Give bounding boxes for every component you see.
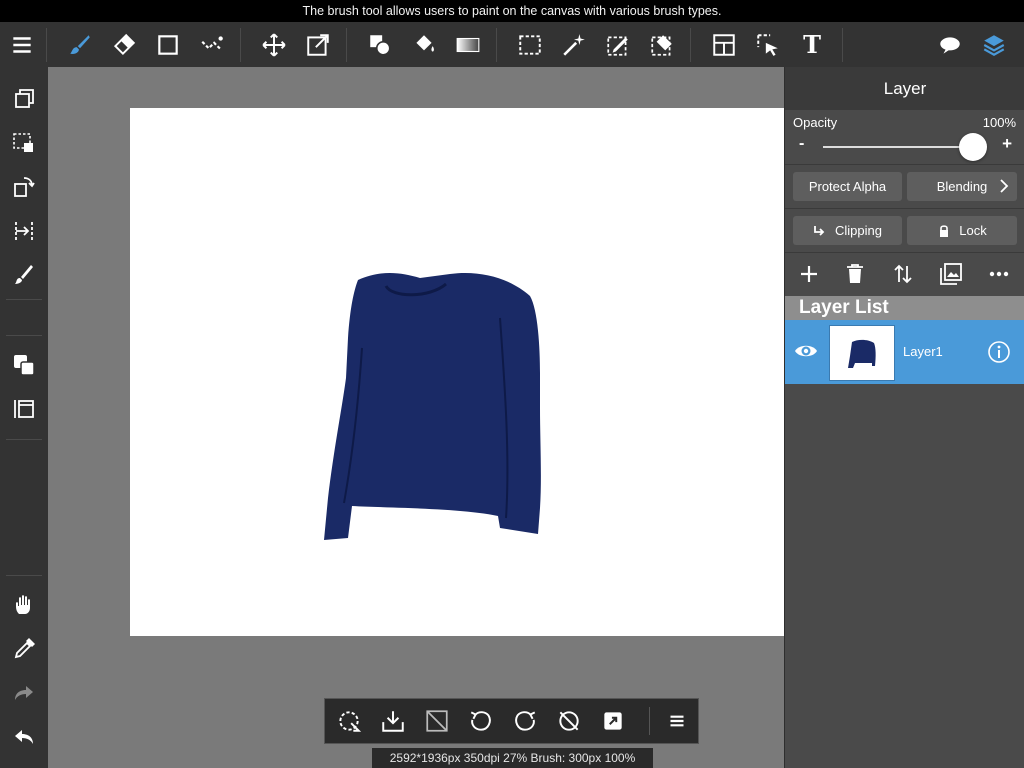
eraser-icon[interactable]: [104, 22, 144, 67]
speech-balloon-icon[interactable]: [930, 22, 970, 67]
panel-divider: [785, 208, 1024, 209]
gradient-icon[interactable]: [448, 22, 488, 67]
toolbar-divider: [496, 28, 497, 62]
clipping-icon: [814, 225, 825, 236]
opacity-value: 100%: [982, 115, 1016, 130]
opacity-minus-button[interactable]: -: [799, 135, 804, 153]
toolbar-divider: [46, 28, 47, 62]
move-icon[interactable]: [254, 22, 294, 67]
fill-shape-icon[interactable]: [360, 22, 400, 67]
sidebar-divider: [6, 299, 42, 300]
hand-icon[interactable]: [0, 585, 48, 625]
layer-thumbnail: [829, 325, 895, 381]
status-bar: 2592*1936px 350dpi 27% Brush: 300px 100%: [372, 748, 653, 768]
opacity-slider-knob[interactable]: [959, 133, 987, 161]
brush-small-icon[interactable]: [0, 255, 48, 295]
sweater-thumbnail: [848, 339, 876, 368]
save-icon[interactable]: [371, 699, 415, 743]
flip-icon[interactable]: [0, 211, 48, 251]
info-icon[interactable]: [987, 340, 1011, 364]
lock-label: Lock: [959, 223, 987, 238]
menu-icon[interactable]: [2, 22, 42, 67]
add-layer-icon[interactable]: [789, 256, 829, 292]
operation-icon[interactable]: [748, 22, 788, 67]
redo-icon[interactable]: [0, 673, 48, 713]
image-layer-icon[interactable]: [931, 256, 971, 292]
lock-button[interactable]: Lock: [907, 216, 1017, 245]
sweater-drawing: [324, 272, 541, 540]
opacity-slider-track[interactable]: [823, 146, 973, 148]
sidebar-divider: [6, 439, 42, 440]
toolbar-divider: [346, 28, 347, 62]
eyedropper-icon[interactable]: [0, 629, 48, 669]
transform-icon[interactable]: [298, 22, 338, 67]
clipping-button[interactable]: Clipping: [793, 216, 902, 245]
top-toolbar: T: [0, 22, 1024, 67]
rotate-icon[interactable]: [0, 167, 48, 207]
clear-icon[interactable]: [415, 699, 459, 743]
color-swatch-icon[interactable]: [0, 345, 48, 385]
frame-divider-icon[interactable]: [704, 22, 744, 67]
bucket-icon[interactable]: [404, 22, 444, 67]
bottom-toolbar: [324, 698, 699, 744]
chevron-right-icon: [1000, 179, 1009, 193]
layer-panel: Layer Opacity 100% - + Protect Alpha Ble…: [784, 67, 1024, 768]
smudge-icon[interactable]: [192, 22, 232, 67]
brush-icon[interactable]: [60, 22, 100, 67]
duplicate-icon[interactable]: [0, 79, 48, 119]
blending-button[interactable]: Blending: [907, 172, 1017, 201]
panel-divider: [785, 252, 1024, 253]
selection-eraser-icon[interactable]: [642, 22, 682, 67]
clipping-label: Clipping: [835, 223, 882, 238]
redo-rotate-icon[interactable]: [503, 699, 547, 743]
lock-icon: [940, 224, 949, 237]
layer-list-title: Layer List: [785, 296, 1024, 320]
layers-icon[interactable]: [974, 22, 1014, 67]
no-rotate-icon[interactable]: [547, 699, 591, 743]
protect-alpha-button[interactable]: Protect Alpha: [793, 172, 902, 201]
drawing-canvas[interactable]: [130, 108, 784, 636]
more-icon[interactable]: [979, 256, 1019, 292]
magic-wand-icon[interactable]: [554, 22, 594, 67]
tooltip: The brush tool allows users to paint on …: [0, 0, 1024, 22]
undo-icon[interactable]: [0, 717, 48, 757]
left-sidebar: [0, 67, 48, 768]
delete-layer-icon[interactable]: [835, 256, 875, 292]
protect-alpha-label: Protect Alpha: [808, 179, 887, 194]
lasso-rotate-icon[interactable]: [327, 699, 371, 743]
canvas-icon[interactable]: [0, 389, 48, 429]
selection-copy-icon[interactable]: [0, 123, 48, 163]
hamburger-icon[interactable]: [655, 699, 699, 743]
bottom-divider: [649, 707, 650, 735]
rectangle-shape-icon[interactable]: [148, 22, 188, 67]
text-icon[interactable]: T: [792, 22, 832, 67]
toolbar-divider: [842, 28, 843, 62]
select-rect-icon[interactable]: [510, 22, 550, 67]
sidebar-divider: [6, 335, 42, 336]
panel-divider: [785, 164, 1024, 165]
move-layer-icon[interactable]: [883, 256, 923, 292]
toolbar-divider: [240, 28, 241, 62]
layer-name: Layer1: [903, 344, 943, 359]
sidebar-divider: [6, 575, 42, 576]
opacity-label: Opacity: [793, 115, 838, 130]
panel-title: Layer: [785, 67, 1024, 110]
eye-icon[interactable]: [793, 340, 819, 362]
opacity-plus-button[interactable]: +: [1002, 134, 1012, 154]
undo-rotate-icon[interactable]: [459, 699, 503, 743]
selection-pen-icon[interactable]: [598, 22, 638, 67]
toolbar-divider: [690, 28, 691, 62]
layer-row[interactable]: Layer1: [785, 320, 1024, 384]
export-icon[interactable]: [591, 699, 635, 743]
blending-label: Blending: [936, 179, 988, 194]
